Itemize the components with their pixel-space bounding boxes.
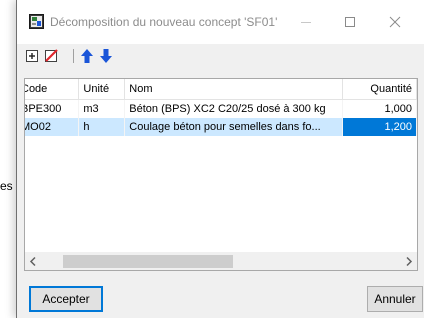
close-icon[interactable]	[383, 10, 407, 34]
column-header-code[interactable]: Code	[25, 79, 80, 100]
background-text-fragment: es	[0, 179, 13, 193]
maximize-icon[interactable]	[338, 10, 362, 34]
components-grid[interactable]: Code Unité Nom Quantité BPE300 m3 Béton …	[24, 78, 418, 271]
cell-unit[interactable]: m3	[78, 99, 126, 118]
cell-name[interactable]: Coulage béton pour semelles dans fo...	[124, 118, 344, 136]
toolbar-separator	[73, 49, 74, 63]
dialog-app-icon	[29, 14, 44, 29]
components-table: Code Unité Nom Quantité BPE300 m3 Béton …	[25, 79, 417, 136]
toolbar	[17, 44, 424, 68]
table-row[interactable]: BPE300 m3 Béton (BPS) XC2 C20/25 dosé à …	[25, 99, 417, 118]
chevron-right-icon[interactable]	[400, 253, 417, 270]
cell-code[interactable]: MO02	[25, 118, 80, 136]
cell-name[interactable]: Béton (BPS) XC2 C20/25 dosé à 300 kg	[124, 99, 344, 118]
dialog-title: Décomposition du nouveau concept 'SF01'	[50, 15, 278, 29]
cell-unit[interactable]: h	[78, 118, 126, 136]
decomposition-dialog: Décomposition du nouveau concept 'SF01'	[16, 0, 424, 318]
cell-code[interactable]: BPE300	[25, 99, 80, 118]
scrollbar-thumb[interactable]	[63, 255, 233, 268]
horizontal-scrollbar[interactable]	[25, 252, 417, 270]
delete-row-icon[interactable]	[43, 48, 59, 64]
move-up-icon[interactable]	[79, 48, 95, 64]
table-row-selected[interactable]: MO02 h Coulage béton pour semelles dans …	[25, 118, 417, 136]
cancel-button[interactable]: Annuler	[367, 286, 423, 312]
chevron-left-icon[interactable]	[25, 253, 42, 270]
minimize-icon[interactable]	[294, 10, 318, 34]
column-header-name[interactable]: Nom	[124, 79, 344, 100]
column-header-quantity[interactable]: Quantité	[342, 79, 417, 100]
header-row: Code Unité Nom Quantité	[25, 79, 417, 100]
column-header-unit[interactable]: Unité	[78, 79, 126, 100]
cell-quantity-focused[interactable]: 1,200	[342, 118, 417, 136]
accept-button[interactable]: Accepter	[29, 286, 103, 312]
cell-quantity[interactable]: 1,000	[342, 99, 417, 118]
add-row-icon[interactable]	[24, 48, 40, 64]
title-bar: Décomposition du nouveau concept 'SF01'	[17, 0, 424, 44]
move-down-icon[interactable]	[98, 48, 114, 64]
